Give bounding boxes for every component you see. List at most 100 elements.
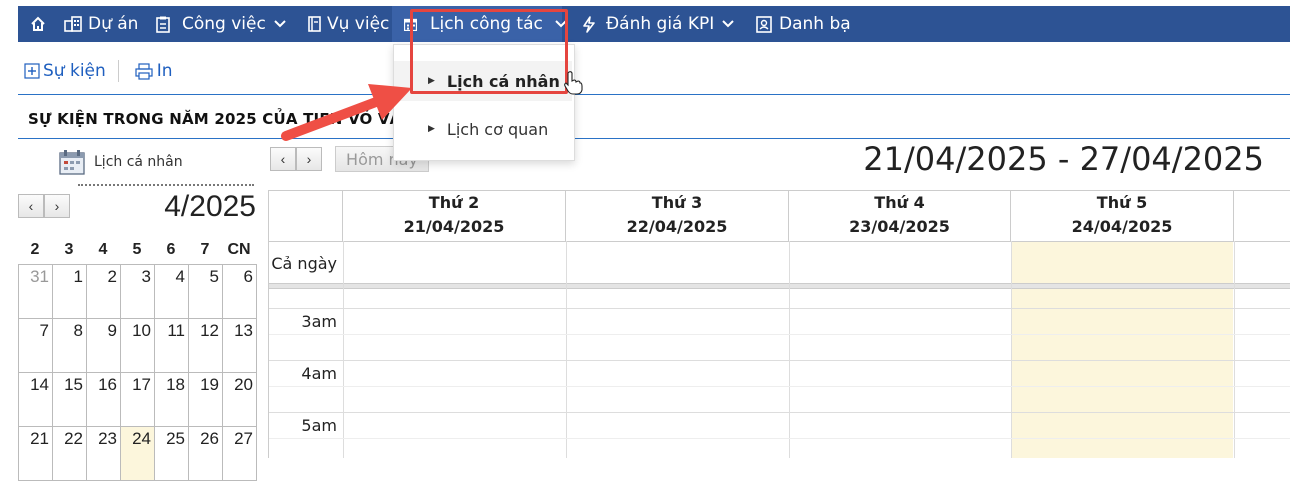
day-name: Thứ 3 <box>651 193 703 212</box>
mini-calendar-day-today[interactable]: 24 <box>121 427 155 481</box>
mini-calendar-day[interactable]: 15 <box>53 373 87 427</box>
grid-line <box>789 241 790 458</box>
mini-calendar-day[interactable]: 5 <box>189 265 223 319</box>
grid-line <box>269 438 1290 439</box>
mini-calendar: 31 1 2 3 4 5 6 7 8 9 10 11 12 13 14 15 16 17 18 19 20 21 22 23 2… <box>18 264 257 481</box>
toolbar: Sự kiện In <box>24 58 173 84</box>
mini-calendar-week: 7 8 9 10 11 12 13 <box>19 319 257 373</box>
prev-week-button[interactable]: ‹ <box>270 147 296 171</box>
mini-calendar-day[interactable]: 1 <box>53 265 87 319</box>
mini-calendar-day[interactable]: 25 <box>155 427 189 481</box>
nav-task[interactable]: Công việc <box>156 6 286 42</box>
weekday-header: 6 <box>166 241 176 258</box>
mini-calendar-day[interactable]: 3 <box>121 265 155 319</box>
mini-calendar-day[interactable]: 2 <box>87 265 121 319</box>
weekday-header: 5 <box>132 241 142 258</box>
mini-calendar-day[interactable]: 17 <box>121 373 155 427</box>
mini-calendar-day[interactable]: 18 <box>155 373 189 427</box>
day-header: Thứ 3 22/04/2025 <box>566 191 789 241</box>
mini-calendar-day[interactable]: 20 <box>223 373 257 427</box>
mini-calendar-day[interactable]: 6 <box>223 265 257 319</box>
month-title: 4/2025 <box>164 190 256 223</box>
grid-line <box>269 334 1290 335</box>
chevron-right-icon: › <box>306 151 312 167</box>
mini-calendar-day[interactable]: 21 <box>19 427 53 481</box>
menu-item-label: Lịch cơ quan <box>446 119 549 139</box>
grid-line <box>1011 241 1012 458</box>
mini-calendar-day[interactable]: 11 <box>155 319 189 373</box>
task-icon <box>156 16 170 33</box>
print-button[interactable]: In <box>135 61 173 81</box>
menu-item-agency-calendar[interactable]: ▶ Lịch cơ quan <box>394 109 572 149</box>
caret-right-icon: ▶ <box>428 124 435 134</box>
nav-label: Danh bạ <box>779 14 851 34</box>
calendar-icon <box>404 18 417 31</box>
add-event-label: Sự kiện <box>43 61 106 81</box>
mini-calendar-day[interactable]: 31 <box>19 265 53 319</box>
personal-calendar-link[interactable]: Lịch cá nhân <box>58 148 183 176</box>
menu-item-label: Lịch cá nhân <box>446 71 560 91</box>
time-label: 3am <box>301 312 337 331</box>
contact-icon <box>756 15 772 33</box>
mini-calendar-day[interactable]: 27 <box>223 427 257 481</box>
prev-month-button[interactable]: ‹ <box>18 194 44 218</box>
weekday-header: 3 <box>64 241 74 258</box>
mini-calendar-day[interactable]: 7 <box>19 319 53 373</box>
day-name: Thứ 4 <box>874 193 925 212</box>
mini-calendar-day[interactable]: 19 <box>189 373 223 427</box>
nav-work-calendar[interactable]: Lịch công tác <box>392 6 567 42</box>
weekday-header: 4 <box>98 241 108 258</box>
nav-project[interactable]: Dự án <box>64 6 138 42</box>
grid-line <box>269 308 1290 309</box>
week-grid: Thứ 2 21/04/2025 Thứ 3 22/04/2025 Thứ 4 … <box>268 190 1290 458</box>
printer-icon <box>135 62 153 80</box>
section-divider <box>18 138 1290 139</box>
bolt-icon <box>583 15 595 33</box>
day-date: 22/04/2025 <box>626 217 728 236</box>
time-label: 5am <box>301 416 337 435</box>
caret-right-icon: ▶ <box>428 76 435 86</box>
all-day-separator <box>269 283 1290 289</box>
calendar-dropdown-menu: ▶ Lịch cá nhân ▶ Lịch cơ quan <box>393 44 575 161</box>
nav-kpi[interactable]: Đánh giá KPI <box>582 6 735 42</box>
grid-line <box>269 412 1290 413</box>
plus-square-icon <box>24 63 40 79</box>
next-month-button[interactable]: › <box>44 194 70 218</box>
chevron-right-icon: › <box>54 198 60 214</box>
case-icon <box>308 16 321 32</box>
next-week-button[interactable]: › <box>296 147 322 171</box>
nav-label: Công việc <box>182 14 266 34</box>
mini-calendar-day[interactable]: 12 <box>189 319 223 373</box>
mini-calendar-day[interactable]: 8 <box>53 319 87 373</box>
mini-calendar-day[interactable]: 4 <box>155 265 189 319</box>
chevron-down-icon <box>555 20 567 28</box>
mini-calendar-day[interactable]: 10 <box>121 319 155 373</box>
mini-calendar-day[interactable]: 13 <box>223 319 257 373</box>
chevron-down-icon <box>722 20 735 28</box>
mini-calendar-day[interactable]: 14 <box>19 373 53 427</box>
nav-home[interactable] <box>30 6 46 42</box>
add-event-button[interactable]: Sự kiện <box>24 61 106 81</box>
top-navbar: Dự án Công việc Vụ việc Lịch công tác Đá… <box>18 6 1290 42</box>
chevron-left-icon: ‹ <box>280 151 286 167</box>
nav-label: Vụ việc <box>327 14 390 34</box>
grid-line <box>269 241 1290 242</box>
mini-calendar-day[interactable]: 9 <box>87 319 121 373</box>
nav-label: Lịch công tác <box>430 14 543 34</box>
nav-contacts[interactable]: Danh bạ <box>756 6 851 42</box>
mini-calendar-weekdays: 2 3 4 5 6 7 CN <box>18 236 256 264</box>
personal-calendar-label: Lịch cá nhân <box>94 154 183 170</box>
nav-case[interactable]: Vụ việc <box>308 6 389 42</box>
grid-line <box>269 360 1290 361</box>
day-date: 21/04/2025 <box>403 217 505 236</box>
mini-calendar-day[interactable]: 26 <box>189 427 223 481</box>
nav-label: Đánh giá KPI <box>606 14 715 34</box>
menu-item-personal-calendar[interactable]: ▶ Lịch cá nhân <box>394 61 572 101</box>
mini-calendar-day[interactable]: 16 <box>87 373 121 427</box>
mini-calendar-week: 21 22 23 24 25 26 27 <box>19 427 257 481</box>
day-date: 24/04/2025 <box>1071 217 1173 236</box>
project-icon <box>64 16 82 32</box>
toolbar-divider <box>117 60 119 82</box>
mini-calendar-day[interactable]: 22 <box>53 427 87 481</box>
mini-calendar-day[interactable]: 23 <box>87 427 121 481</box>
